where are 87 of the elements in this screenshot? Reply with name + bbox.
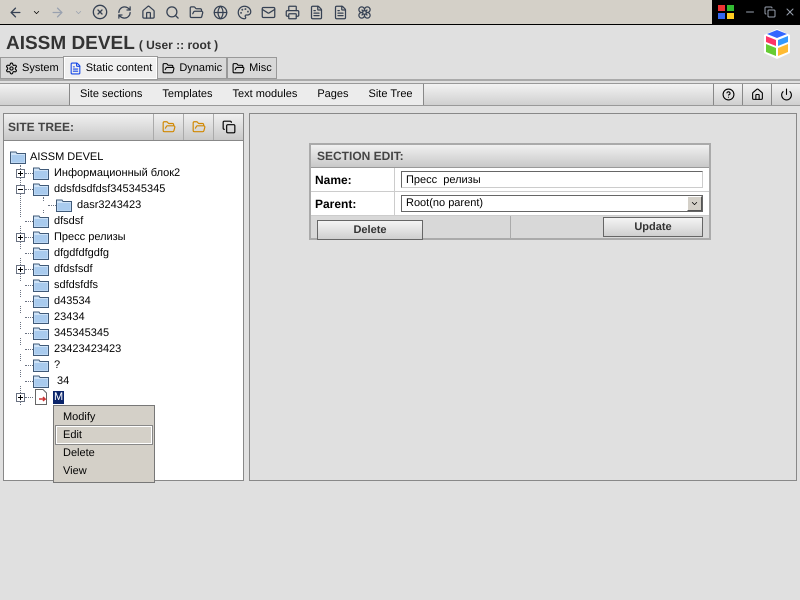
expand-icon[interactable]: [16, 168, 25, 178]
panel-title: SECTION EDIT:: [317, 148, 404, 165]
back-icon[interactable]: [8, 4, 23, 20]
palette-icon[interactable]: [237, 4, 252, 20]
home-icon[interactable]: [141, 4, 156, 20]
tree-item[interactable]: 23434: [53, 310, 86, 324]
tree-item[interactable]: dfdsfsdf: [53, 262, 94, 276]
nav-link[interactable]: Pages: [307, 84, 359, 105]
document-icon: [68, 62, 82, 74]
menu-item[interactable]: Modify: [56, 408, 152, 426]
folder-icon: [33, 262, 49, 276]
gear-icon: [5, 62, 18, 74]
user-label: ( User :: root ): [138, 36, 218, 54]
home-icon: [750, 88, 764, 101]
folder-icon: [33, 342, 49, 356]
tree-root[interactable]: AISSM DEVEL: [30, 148, 104, 166]
parent-dropdown[interactable]: Root(no parent): [401, 195, 703, 212]
restore-icon[interactable]: [764, 6, 776, 18]
folder-icon: [192, 120, 206, 134]
document-icon: [33, 389, 49, 405]
folder-icon: [56, 198, 72, 212]
printer-icon[interactable]: [285, 4, 300, 20]
nav-link[interactable]: Site Tree: [358, 84, 423, 105]
name-field[interactable]: Пресс релизы: [401, 171, 703, 188]
pages-icon: [222, 120, 236, 134]
folder-icon[interactable]: [189, 4, 204, 20]
refresh-icon[interactable]: [117, 4, 132, 20]
tree-item[interactable]: dasr3243423: [76, 198, 142, 212]
folder-icon: [33, 374, 49, 388]
folder-icon: [232, 62, 246, 74]
tree-item[interactable]: M: [53, 390, 64, 404]
close-icon[interactable]: [784, 6, 796, 18]
folder-icon: [33, 326, 49, 340]
field-label: Name:: [311, 168, 395, 191]
stop-icon[interactable]: [92, 4, 108, 20]
tree-item[interactable]: ddsfdsdfdsf345345345: [53, 182, 166, 196]
tree-item[interactable]: ?: [53, 358, 62, 372]
tree-item[interactable]: dfgdfdfgdfg: [53, 246, 110, 260]
folder-icon: [33, 358, 49, 372]
tree-item[interactable]: d43534: [53, 294, 92, 308]
tab[interactable]: System: [0, 57, 64, 79]
tab[interactable]: Dynamic: [157, 57, 228, 79]
tree-item[interactable]: dfsdsf: [53, 214, 84, 228]
tab[interactable]: Static content: [64, 57, 158, 79]
tree-item[interactable]: 345345345: [53, 326, 110, 340]
folder-icon: [162, 62, 176, 74]
expand-icon[interactable]: [16, 232, 25, 242]
caret-icon: [687, 196, 702, 211]
help-icon: [722, 88, 734, 101]
expand-icon[interactable]: [16, 392, 25, 402]
folder-icon: [33, 166, 49, 180]
nav-link[interactable]: Text modules: [222, 84, 308, 105]
folder-icon: [162, 120, 176, 134]
folder-icon: [33, 310, 49, 324]
mail-icon[interactable]: [261, 4, 276, 20]
update-button[interactable]: Update: [603, 217, 703, 237]
collapse-icon[interactable]: [16, 184, 25, 194]
app-title: AISSM DEVEL: [6, 32, 135, 56]
notes-icon[interactable]: [333, 4, 348, 20]
folder-icon: [33, 182, 49, 196]
expand-icon[interactable]: [16, 264, 25, 274]
nav-link[interactable]: Site sections: [70, 84, 152, 105]
flower-icon[interactable]: [357, 4, 372, 20]
tree-item[interactable]: Информационный блок2: [53, 166, 182, 180]
search-icon[interactable]: [165, 4, 180, 20]
tree-item[interactable]: 23423423423: [53, 342, 122, 356]
tab[interactable]: Misc: [227, 57, 277, 79]
folder-icon: [33, 246, 49, 260]
menu-item[interactable]: Edit: [56, 426, 152, 444]
tree-item[interactable]: sdfdsfdfs: [53, 278, 100, 292]
menu-item[interactable]: Delete: [56, 444, 152, 462]
folder-icon: [33, 214, 49, 228]
folder-icon: [33, 294, 49, 308]
power-icon: [780, 88, 792, 101]
folder-icon: [10, 150, 26, 164]
delete-button[interactable]: Delete: [317, 220, 423, 240]
folder-icon: [33, 230, 49, 244]
folder-icon: [33, 278, 49, 292]
panel-title: SITE TREE:: [7, 119, 76, 136]
menu-item[interactable]: View: [56, 462, 152, 480]
windows-logo-icon: [716, 3, 736, 21]
tree-item[interactable]: Пресс релизы: [53, 230, 127, 244]
nav-link[interactable]: Templates: [152, 84, 223, 105]
tree-item[interactable]: 34: [53, 374, 70, 388]
document-icon[interactable]: [309, 4, 324, 20]
globe-icon[interactable]: [213, 4, 228, 20]
field-label: Parent:: [311, 192, 395, 215]
